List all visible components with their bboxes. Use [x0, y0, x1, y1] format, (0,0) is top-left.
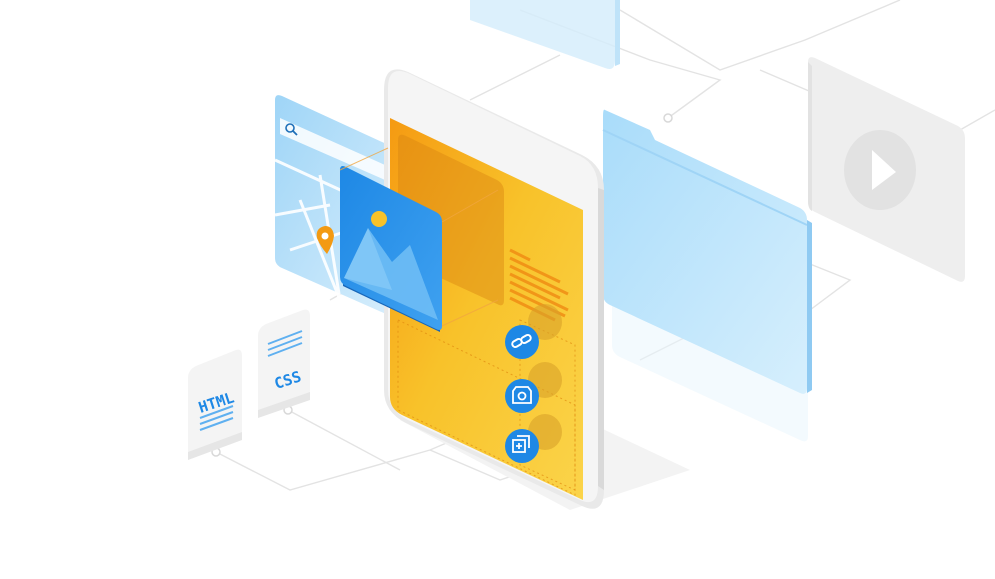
isometric-web-illustration: HTML CSS	[0, 0, 995, 579]
video-card	[808, 57, 965, 282]
top-faded-panel	[470, 0, 620, 69]
html-card: HTML	[188, 349, 242, 460]
folder-icon	[602, 109, 812, 442]
play-icon	[844, 130, 916, 210]
css-card: CSS	[258, 309, 310, 418]
